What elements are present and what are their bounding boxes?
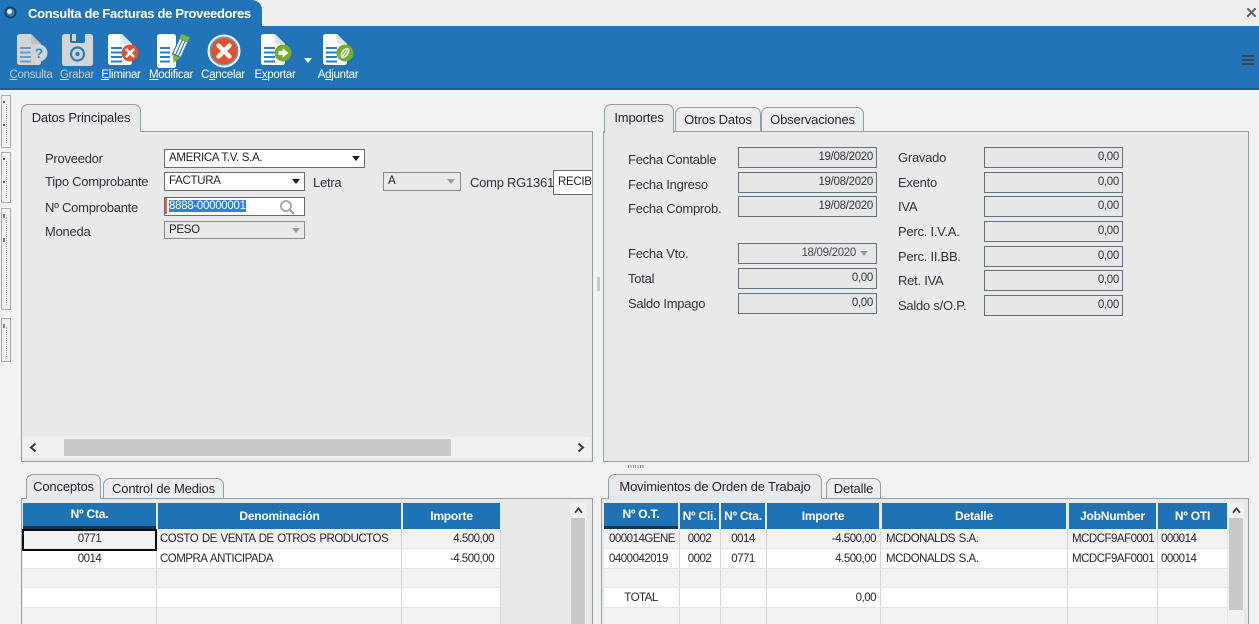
svg-text:?: ? <box>35 45 44 61</box>
